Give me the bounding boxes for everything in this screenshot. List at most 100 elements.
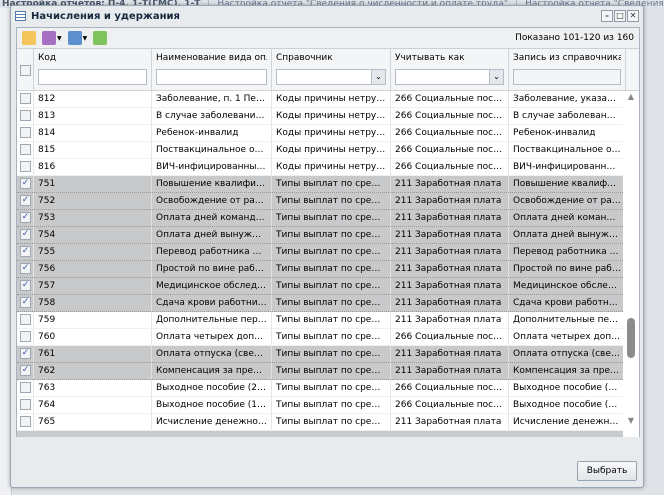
table-row[interactable]: ✓762Компенсация за преждев...Типы выплат… xyxy=(17,363,639,380)
row-checkbox[interactable]: ✓ xyxy=(20,246,31,257)
table-row[interactable]: 763 Выходное пособие (2 не... Типы выплат … xyxy=(17,380,639,397)
table-row[interactable]: 765 Исчисление денежного с... Типы выплат … xyxy=(17,414,639,431)
filter-code-input[interactable] xyxy=(38,69,147,85)
table-row[interactable]: ✓ 757 Медицинское обследова... Типы выплат … xyxy=(17,278,639,295)
table-row[interactable]: 760Оплата четырех дополни...Типы выплат … xyxy=(17,329,639,346)
cell-name: Медицинское обследова... xyxy=(152,278,272,294)
cell-rec: Заболевание, указанное ... xyxy=(509,91,626,107)
filter-account-as-select[interactable]: ⌄ xyxy=(395,69,504,85)
cell-ref: Коды причины нетрудос... xyxy=(272,125,391,141)
row-checkbox[interactable] xyxy=(20,382,31,393)
cell-rec: В случае заболевания ре... xyxy=(509,108,626,124)
filter-reference-select[interactable]: ⌄ xyxy=(276,69,386,85)
row-checkbox[interactable] xyxy=(20,110,31,121)
filter-record-input[interactable] xyxy=(513,69,621,85)
cell-ref: Типы выплат по среднем... xyxy=(272,329,391,345)
cell-name: Оплата дней командиров... xyxy=(152,210,272,226)
chevron-down-icon[interactable]: ▼ xyxy=(57,35,62,42)
table-row[interactable]: ✓ 751 Повышение квалификац... Типы выплат п… xyxy=(17,176,639,193)
table-row[interactable]: ✓ 755 Перевод работника на н... Типы выплат… xyxy=(17,244,639,261)
table-row[interactable]: ✓ 754 Оплата дней вынужденн... Типы выплат … xyxy=(17,227,639,244)
filter-name-input[interactable] xyxy=(156,69,267,85)
cell-rec: ВИЧ-инфицированный р... xyxy=(509,159,626,175)
grid-panel: ▼ ▼ Показано 101-120 из 160 Код Наименов… xyxy=(16,27,640,437)
cell-code: 755 xyxy=(34,244,152,260)
refresh-icon[interactable] xyxy=(93,31,108,45)
table-row[interactable]: 759 Дополнительные переры... Типы выплат п… xyxy=(17,312,639,329)
close-button[interactable]: ✕ xyxy=(627,10,639,22)
cell-rec: Перевод работника на н... xyxy=(509,244,626,260)
table-row[interactable]: 816 ВИЧ-инфицированный р... Коды причины н… xyxy=(17,159,639,176)
cell-ref: Типы выплат по среднем... xyxy=(272,227,391,243)
row-checkbox[interactable]: ✓ xyxy=(20,178,31,189)
row-checkbox[interactable] xyxy=(20,314,31,325)
row-checkbox[interactable] xyxy=(20,416,31,427)
column-header-record[interactable]: Запись из справочника xyxy=(513,53,621,69)
cell-as: 211 Заработная плата xyxy=(391,346,509,362)
cell-rec: Поствакцинальное осло... xyxy=(509,142,626,158)
row-checkbox[interactable]: ✓ xyxy=(20,348,31,359)
scroll-up-icon[interactable]: ▲ xyxy=(623,92,639,101)
table-row[interactable]: ✓ 758 Сдача крови работникам... Типы выплат… xyxy=(17,295,639,312)
table-row[interactable]: ✓753Оплата дней командиров...Типы выплат… xyxy=(17,210,639,227)
chevron-down-icon[interactable]: ⌄ xyxy=(489,70,503,84)
cell-rec: Оплата дней вынужденн... xyxy=(509,227,626,243)
chevron-down-icon[interactable]: ▼ xyxy=(83,35,88,42)
minimize-button[interactable]: – xyxy=(601,10,613,22)
print-icon[interactable] xyxy=(67,31,82,45)
column-header-name[interactable]: Наименование вида опла... xyxy=(156,53,267,69)
maximize-button[interactable]: □ xyxy=(614,10,626,22)
table-row[interactable]: 815 Поствакцинальное осло... Коды причины … xyxy=(17,142,639,159)
column-header-reference[interactable]: Справочник xyxy=(276,53,386,69)
table-row[interactable]: ✓ 752 Освобождение от работ... Типы выплат … xyxy=(17,193,639,210)
cell-code: 756 xyxy=(34,261,152,277)
column-header-code[interactable]: Код xyxy=(38,53,147,69)
table-row[interactable]: 764 Выходное пособие (1 ме... Типы выплат … xyxy=(17,397,639,414)
cell-as: 211 Заработная плата xyxy=(391,176,509,192)
cell-as: 266 Социальные пособия... xyxy=(391,397,509,413)
cell-ref: Типы выплат по среднем... xyxy=(272,193,391,209)
column-header-account-as[interactable]: Учитывать как xyxy=(395,53,504,69)
row-checkbox[interactable] xyxy=(20,399,31,410)
settings-menu-icon[interactable] xyxy=(42,31,56,45)
cell-code: 765 xyxy=(34,414,152,430)
table-row[interactable]: ✓ 761 Оплата отпуска (сверх е... Типы выпла… xyxy=(17,346,639,363)
row-checkbox[interactable]: ✓ xyxy=(20,280,31,291)
row-checkbox[interactable]: ✓ xyxy=(20,263,31,274)
table-row[interactable]: 812 Заболевание, п. 1 Переч... Коды причин… xyxy=(17,91,639,108)
table-row[interactable]: 813 В случае заболевания ре... Коды причин… xyxy=(17,108,639,125)
vertical-scrollbar[interactable]: ▲ ▼ xyxy=(623,92,639,437)
row-checkbox[interactable] xyxy=(20,127,31,138)
cell-name: Компенсация за преждев... xyxy=(152,363,272,379)
row-checkbox[interactable] xyxy=(20,161,31,172)
select-all-checkbox[interactable] xyxy=(20,65,31,76)
scroll-thumb[interactable] xyxy=(627,318,635,358)
chevron-down-icon[interactable]: ⌄ xyxy=(371,70,385,84)
row-checkbox[interactable]: ✓ xyxy=(20,297,31,308)
cell-name: Освобождение от работ... xyxy=(152,193,272,209)
cell-rec: Дополнительные переры... xyxy=(509,312,626,328)
cell-code: 757 xyxy=(34,278,152,294)
title-bar[interactable]: Начисления и удержания – □ ✕ xyxy=(11,6,643,26)
cell-ref: Типы выплат по среднем... xyxy=(272,312,391,328)
scroll-down-icon[interactable]: ▼ xyxy=(623,416,639,425)
row-checkbox[interactable]: ✓ xyxy=(20,212,31,223)
cell-name: Поствакцинальное осло... xyxy=(152,142,272,158)
row-checkbox[interactable] xyxy=(20,331,31,342)
row-checkbox[interactable] xyxy=(20,93,31,104)
select-button[interactable]: Выбрать xyxy=(577,461,637,481)
table-row[interactable]: ✓ 756 Простой по вине работо... Типы выплат… xyxy=(17,261,639,278)
cell-rec: Компенсация за преждев... xyxy=(509,363,626,379)
row-checkbox[interactable]: ✓ xyxy=(20,365,31,376)
row-checkbox[interactable]: ✓ xyxy=(20,195,31,206)
row-checkbox[interactable]: ✓ xyxy=(20,229,31,240)
edit-icon[interactable] xyxy=(22,31,36,45)
row-checkbox[interactable] xyxy=(20,144,31,155)
cell-ref: Типы выплат по среднем... xyxy=(272,363,391,379)
cell-code: 814 xyxy=(34,125,152,141)
cell-rec: Выходное пособие (1 ме... xyxy=(509,397,626,413)
table-row[interactable]: 814 Ребенок-инвалид Коды причины нетрудос.… xyxy=(17,125,639,142)
cell-code: 812 xyxy=(34,91,152,107)
cell-ref: Коды причины нетрудос... xyxy=(272,108,391,124)
cell-as: 211 Заработная плата xyxy=(391,363,509,379)
